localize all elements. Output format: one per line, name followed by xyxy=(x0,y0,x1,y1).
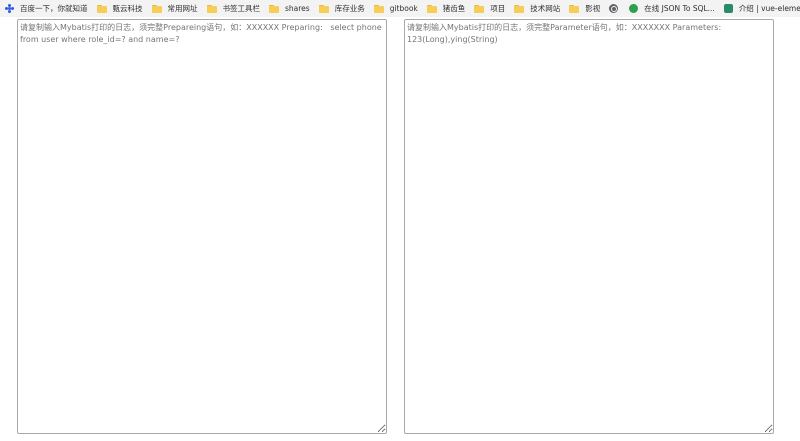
green-icon xyxy=(629,4,639,13)
bookmark-label: 百度一下，你就知道 xyxy=(20,4,88,13)
baidu-icon xyxy=(5,4,14,13)
bookmark-label: 常用网址 xyxy=(167,4,198,13)
bookmark-label: 甄云科技 xyxy=(112,4,143,13)
bookmark-item[interactable]: 甄云科技 xyxy=(92,0,147,17)
bookmark-item[interactable]: 技术网站 xyxy=(509,0,564,17)
folder-icon xyxy=(569,5,580,13)
bookmark-label: shares xyxy=(285,4,310,13)
sql-parameters-panel xyxy=(404,19,774,434)
bookmark-label: 库存业务 xyxy=(334,4,365,13)
folder-icon xyxy=(514,5,525,13)
folder-icon xyxy=(474,5,485,13)
bookmark-label: 介绍 | vue-elemen... xyxy=(738,4,800,13)
bookmark-item[interactable]: 影视 xyxy=(564,0,604,17)
bookmark-label: 影视 xyxy=(585,4,601,13)
folder-icon xyxy=(151,5,162,13)
sql-preparing-panel xyxy=(17,19,387,434)
bookmark-item[interactable]: 介绍 | vue-elemen... xyxy=(719,0,800,17)
bookmark-item[interactable]: 在线 JSON To SQL... xyxy=(624,0,719,17)
bookmarks-bar: 百度一下，你就知道 甄云科技 常用网址 书签工具栏 shares 库存业务 gitbook 猪… xyxy=(0,0,800,17)
folder-icon xyxy=(206,5,217,13)
teal-icon xyxy=(723,4,733,13)
bookmark-item[interactable]: 百度一下，你就知道 xyxy=(0,0,92,17)
globe-icon xyxy=(609,4,619,13)
folder-icon xyxy=(426,5,437,13)
folder-icon xyxy=(318,5,329,13)
bookmark-item[interactable]: 猪齿鱼 xyxy=(422,0,470,17)
bookmark-label: 技术网站 xyxy=(530,4,561,13)
bookmark-item[interactable]: 库存业务 xyxy=(314,0,369,17)
bookmark-item[interactable]: shares xyxy=(264,0,314,17)
bookmark-label: 猪齿鱼 xyxy=(442,4,466,13)
bookmark-item[interactable]: 常用网址 xyxy=(147,0,202,17)
bookmark-label: 在线 JSON To SQL... xyxy=(644,4,715,13)
bookmark-item[interactable]: 项目 xyxy=(469,0,509,17)
bookmark-item[interactable]: 书签工具栏 xyxy=(202,0,265,17)
preparing-log-input[interactable] xyxy=(17,19,387,434)
bookmark-item[interactable] xyxy=(604,0,624,17)
parameters-log-input[interactable] xyxy=(404,19,774,434)
bookmark-item[interactable]: gitbook xyxy=(369,0,422,17)
bookmark-label: 项目 xyxy=(490,4,506,13)
folder-icon xyxy=(269,5,279,13)
folder-icon xyxy=(96,5,107,13)
bookmark-label: gitbook xyxy=(389,4,418,13)
folder-icon xyxy=(373,5,384,13)
bookmark-label: 书签工具栏 xyxy=(222,4,261,13)
